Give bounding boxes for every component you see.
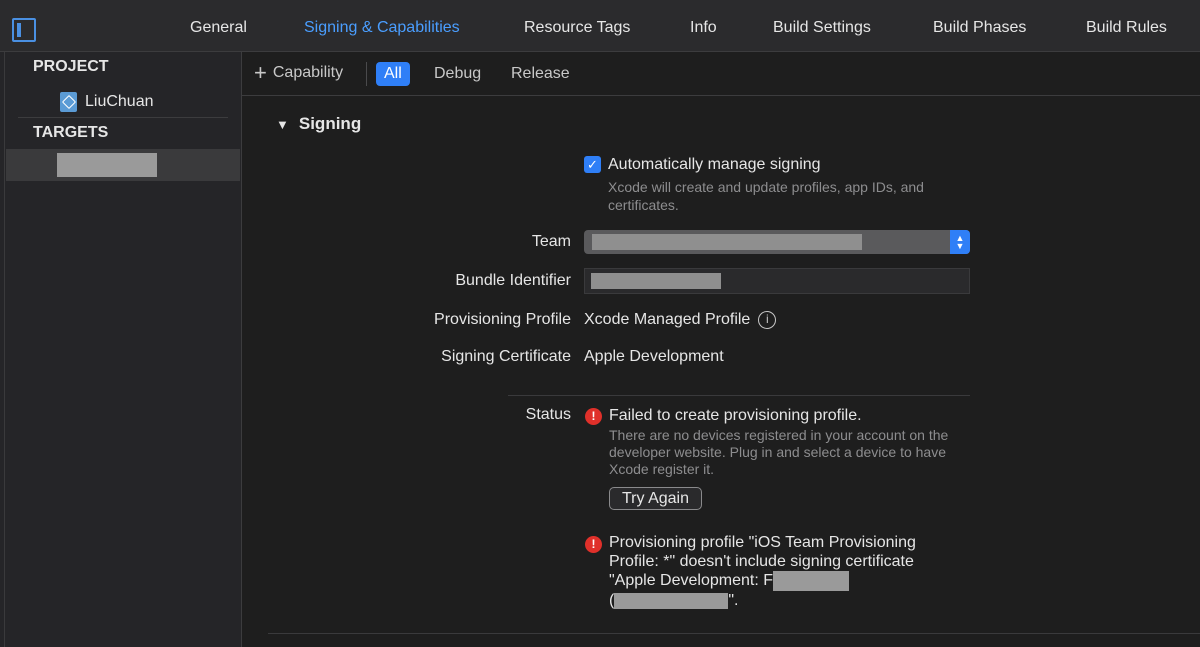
plus-icon: + [254, 60, 267, 85]
redacted-target-name [57, 153, 157, 177]
editor-tab-bar: General Signing & Capabilities Resource … [0, 0, 1200, 52]
signing-content: ▼ Signing ✓ Automatically manage signing… [242, 96, 1200, 647]
project-heading: PROJECT [33, 58, 109, 75]
certificate-error-line: Profile: *" doesn't include signing cert… [609, 553, 914, 570]
redacted-team [592, 234, 862, 250]
status-divider [508, 395, 970, 396]
tab-info[interactable]: Info [690, 19, 717, 37]
disclosure-triangle-icon[interactable]: ▼ [276, 117, 289, 132]
tab-general[interactable]: General [190, 19, 247, 37]
team-select[interactable]: ▲ ▼ [584, 230, 970, 254]
auto-manage-hint: Xcode will create and update profiles, a… [608, 179, 924, 213]
certificate-error-line: Provisioning profile "iOS Team Provision… [609, 534, 916, 551]
tab-build-rules[interactable]: Build Rules [1086, 19, 1167, 37]
signing-certificate-value: Apple Development [584, 348, 724, 365]
try-again-button[interactable]: Try Again [609, 487, 702, 510]
status-label: Status [525, 406, 571, 423]
section-title: Signing [298, 114, 362, 133]
redacted-id [614, 592, 729, 609]
profile-value-text: Xcode Managed Profile [584, 311, 751, 329]
targets-heading: TARGETS [33, 124, 109, 141]
tab-signing-capabilities[interactable]: Signing & Capabilities [304, 19, 460, 37]
filter-debug[interactable]: Debug [426, 62, 489, 86]
tab-resource-tags[interactable]: Resource Tags [524, 19, 630, 37]
xcode-project-icon [60, 92, 77, 112]
auto-manage-label: Automatically manage signing [608, 156, 821, 173]
toolbar-divider [366, 62, 367, 86]
capability-toolbar: + Capability All Debug Release [242, 52, 1200, 96]
filter-release[interactable]: Release [503, 62, 578, 86]
certificate-error-message: Provisioning profile "iOS Team Provision… [609, 533, 979, 610]
add-capability-button[interactable]: + Capability [254, 60, 344, 85]
error-icon: ! [585, 536, 602, 553]
provisioning-profile-label: Provisioning Profile [434, 311, 571, 328]
certificate-error-line: (". [609, 591, 979, 610]
capability-label: Capability [272, 64, 344, 81]
bundle-identifier-label: Bundle Identifier [455, 272, 571, 289]
section-bottom-divider [268, 633, 1200, 634]
navigator-divider [18, 117, 228, 118]
signing-section-header[interactable]: ▼ Signing [276, 114, 361, 134]
error-icon: ! [585, 408, 602, 425]
certificate-error-line: "Apple Development: F [609, 571, 979, 591]
auto-manage-checkbox[interactable]: ✓ [584, 156, 601, 173]
project-navigator: PROJECT LiuChuan TARGETS [0, 52, 242, 647]
redacted-bundle-id [591, 273, 721, 289]
redacted-name [772, 571, 849, 591]
certificate-error-text: ". [728, 592, 739, 609]
provisioning-profile-value: Xcode Managed Profile i [584, 311, 777, 329]
tab-build-settings[interactable]: Build Settings [773, 19, 871, 37]
error-title: Failed to create provisioning profile. [609, 407, 862, 424]
team-label: Team [531, 233, 571, 250]
error-detail: There are no devices registered in your … [609, 427, 949, 477]
sidebar-toggle-icon[interactable] [12, 18, 36, 42]
tab-build-phases[interactable]: Build Phases [933, 19, 1026, 37]
certificate-error-text: "Apple Development: F [609, 572, 773, 590]
filter-all[interactable]: All [376, 62, 410, 86]
chevron-updown-icon: ▲ ▼ [950, 230, 970, 254]
project-name: LiuChuan [85, 93, 154, 110]
info-icon[interactable]: i [758, 311, 777, 329]
signing-certificate-label: Signing Certificate [441, 348, 571, 365]
project-item[interactable]: LiuChuan [60, 90, 154, 114]
navigator-edge [4, 52, 5, 647]
target-item[interactable] [6, 149, 240, 181]
bundle-identifier-field[interactable] [584, 268, 970, 294]
